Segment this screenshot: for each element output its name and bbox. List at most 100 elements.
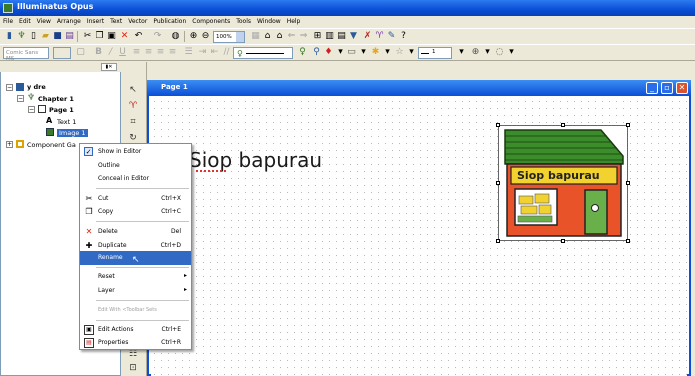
delete-icon[interactable]: ✕	[119, 31, 130, 42]
menu-item-conceal[interactable]: Conceal in Editor	[80, 172, 191, 186]
tree-node-chapter[interactable]: Chapter 1	[38, 95, 74, 103]
shape-icon[interactable]: ◌	[494, 47, 505, 58]
menu-text[interactable]: Text	[107, 16, 125, 25]
forward-arrow-icon[interactable]: ⇒	[298, 31, 309, 42]
menu-help[interactable]: Help	[284, 16, 304, 25]
undo-icon[interactable]: ↶	[133, 31, 144, 42]
border-icon[interactable]: ▭	[346, 47, 357, 58]
italic-icon[interactable]: /	[105, 47, 116, 58]
slant-icon[interactable]: //	[221, 47, 232, 58]
link-icon[interactable]: ♈	[374, 31, 385, 42]
flag-icon[interactable]: ▼	[348, 31, 359, 42]
fill-color-icon[interactable]: ♦	[323, 47, 334, 58]
dropdown-6-icon[interactable]: ▾	[482, 47, 493, 58]
tree-node-component-gallery[interactable]: Component Ga	[27, 141, 76, 149]
resize-handle[interactable]	[561, 123, 565, 127]
edit-pen-icon[interactable]: ✎	[386, 31, 397, 42]
menu-item-edit-with[interactable]: Edit With <Toolbar Sets	[80, 304, 191, 318]
maximize-icon[interactable]: ▫	[661, 82, 673, 94]
tools-icon[interactable]: ✗	[362, 31, 373, 42]
resize-handle[interactable]	[561, 239, 565, 243]
dropdown-1-icon[interactable]: ▾	[335, 47, 346, 58]
menu-item-show-in-editor[interactable]: ✓ Show in Editor	[80, 145, 191, 159]
crop-tool-icon[interactable]: ⌗	[127, 116, 139, 128]
resize-handle[interactable]	[496, 181, 500, 185]
menu-publication[interactable]: Publication	[150, 16, 189, 25]
collapse-page-icon[interactable]: −	[28, 106, 35, 113]
preview-icon[interactable]: ◍	[170, 31, 181, 42]
menu-components[interactable]: Components	[189, 16, 233, 25]
menu-item-delete[interactable]: ✕ Delete Del	[80, 225, 191, 239]
menu-arrange[interactable]: Arrange	[54, 16, 84, 25]
outdent-icon[interactable]: ⇤	[209, 47, 220, 58]
dropdown-5-icon[interactable]: ▾	[456, 47, 467, 58]
dropdown-4-icon[interactable]: ▾	[406, 47, 417, 58]
paste-icon[interactable]: ▣	[106, 31, 117, 42]
list-icon[interactable]: ☰	[183, 47, 194, 58]
layout-icon[interactable]: ▤	[336, 31, 347, 42]
resize-handle[interactable]	[626, 181, 630, 185]
menu-item-copy[interactable]: ❐ Copy Ctrl+C	[80, 205, 191, 219]
menu-item-layer[interactable]: Layer ▸	[80, 284, 191, 298]
collapse-chapter-icon[interactable]: −	[17, 95, 24, 102]
resize-handle[interactable]	[496, 239, 500, 243]
menu-edit[interactable]: Edit	[16, 16, 34, 25]
publication-icon[interactable]: ▮	[4, 31, 15, 42]
help-icon[interactable]: ?	[398, 31, 409, 42]
collapse-root-icon[interactable]: −	[6, 84, 13, 91]
bold-icon[interactable]: B	[93, 47, 104, 58]
cut-icon[interactable]: ✂	[82, 31, 93, 42]
actions-tool-icon[interactable]: ♈	[127, 100, 139, 112]
menu-vector[interactable]: Vector	[125, 16, 150, 25]
menu-item-cut[interactable]: ✂ Cut Ctrl+X	[80, 192, 191, 206]
align-left-icon[interactable]: ≡	[131, 47, 142, 58]
star-icon[interactable]: ☆	[394, 47, 405, 58]
save-icon[interactable]: ■	[52, 31, 63, 42]
grid-icon[interactable]: ▦	[250, 31, 261, 42]
tree-node-text[interactable]: Text 1	[57, 118, 76, 126]
menu-insert[interactable]: Insert	[84, 16, 107, 25]
align-center-icon[interactable]: ≡	[143, 47, 154, 58]
menu-item-reset[interactable]: Reset ▸	[80, 270, 191, 284]
menu-file[interactable]: File	[0, 16, 16, 25]
new-page-icon[interactable]: ▯	[28, 31, 39, 42]
table-icon[interactable]: ⊞	[312, 31, 323, 42]
shop-image[interactable]: Siop bapurau	[496, 123, 630, 243]
zoom-in-icon[interactable]: ⊕	[188, 31, 199, 42]
align-right-icon[interactable]: ≡	[155, 47, 166, 58]
magnify-icon[interactable]: ⚲	[311, 47, 322, 58]
zoom-select[interactable]: 100%	[213, 31, 245, 43]
component-down-icon[interactable]: ⌂	[274, 31, 285, 42]
menu-window[interactable]: Window	[254, 16, 284, 25]
minimize-icon[interactable]: _	[646, 82, 658, 94]
menu-item-outline[interactable]: Outline	[80, 159, 191, 173]
frame-icon[interactable]: ▥	[324, 31, 335, 42]
headline-text[interactable]: Siop bapurau	[189, 148, 322, 172]
component-green-icon[interactable]: ♀	[297, 47, 308, 58]
dropdown-2-icon[interactable]: ▾	[358, 47, 369, 58]
back-arrow-icon[interactable]: ⇐	[286, 31, 297, 42]
redo-icon[interactable]: ↷	[152, 31, 163, 42]
menu-tools[interactable]: Tools	[233, 16, 254, 25]
dropdown-7-icon[interactable]: ▾	[506, 47, 517, 58]
panel-controls[interactable]: ▮✕	[101, 63, 117, 71]
expand-component-icon[interactable]: +	[6, 141, 13, 148]
indent-icon[interactable]: ⇥	[197, 47, 208, 58]
resize-handle[interactable]	[496, 123, 500, 127]
open-folder-icon[interactable]: ▰	[40, 31, 51, 42]
resize-handle[interactable]	[626, 239, 630, 243]
text-size-down-icon[interactable]: ▢	[75, 47, 86, 58]
pointer-tool-icon[interactable]: ↖	[127, 84, 139, 96]
menu-item-properties[interactable]: ▤ Properties Ctrl+R	[80, 336, 191, 350]
effects-icon[interactable]: ⊕	[470, 47, 481, 58]
close-icon[interactable]: ✕	[676, 82, 688, 94]
tree-node-root[interactable]: y dre	[27, 83, 46, 91]
component-icon[interactable]: ⌂	[262, 31, 273, 42]
resize-handle[interactable]	[626, 123, 630, 127]
dropdown-3-icon[interactable]: ▾	[382, 47, 393, 58]
line-style-select[interactable]: ♀	[233, 47, 293, 59]
menu-item-edit-actions[interactable]: ▣ Edit Actions Ctrl+E	[80, 323, 191, 337]
highlight-icon[interactable]: ✱	[370, 47, 381, 58]
tree-node-page[interactable]: Page 1	[49, 106, 74, 114]
menu-item-rename[interactable]: Rename ↖	[80, 251, 191, 265]
